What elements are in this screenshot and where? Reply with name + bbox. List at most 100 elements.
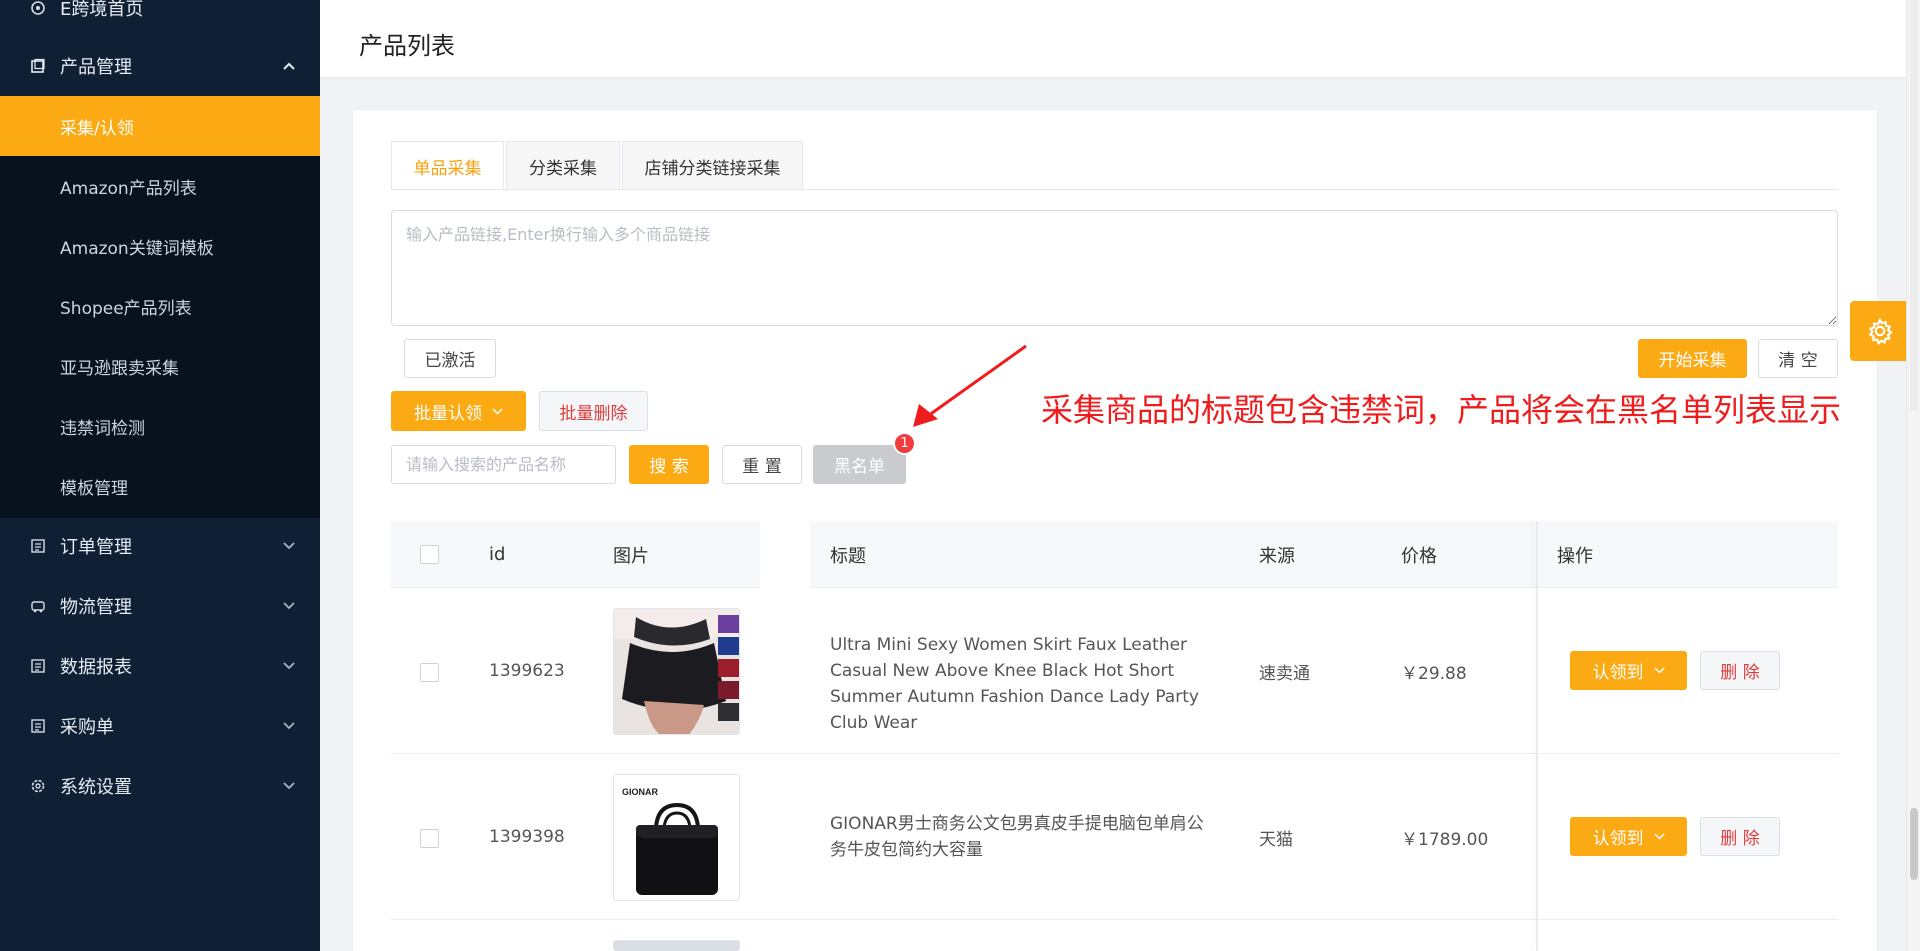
batch-claim-label: 批量认领 [414, 403, 482, 424]
column-header-title: 标题 [830, 545, 866, 567]
gear-icon [29, 777, 47, 795]
tab-store-category-link[interactable]: 店铺分类链接采集 [622, 141, 803, 190]
sidebar-subitem-label: 采集/认领 [60, 118, 134, 139]
scrollbar-thumb[interactable] [1910, 808, 1918, 880]
chevron-down-icon [492, 407, 503, 415]
search-button[interactable]: 搜 索 [629, 445, 709, 484]
sidebar-item-label: 采购单 [60, 717, 114, 738]
sidebar-subitem-label: 违禁词检测 [60, 418, 145, 439]
sidebar-item-reports[interactable]: 数据报表 [0, 636, 320, 696]
list-icon [29, 537, 47, 555]
cell-id: 1399398 [489, 827, 565, 847]
column-header-source: 来源 [1259, 545, 1295, 567]
claim-to-button[interactable]: 认领到 [1570, 817, 1687, 856]
page-title: 产品列表 [359, 32, 455, 60]
sidebar-subitem-label: Amazon关键词模板 [60, 238, 214, 259]
column-header-id: id [489, 544, 506, 565]
product-search-input[interactable] [391, 445, 616, 484]
claim-to-label: 认领到 [1592, 829, 1644, 849]
sidebar-item-logistics[interactable]: 物流管理 [0, 576, 320, 636]
eye-icon [29, 0, 47, 17]
chevron-up-icon [282, 59, 296, 73]
batch-claim-button[interactable]: 批量认领 [391, 391, 526, 431]
product-thumbnail[interactable] [613, 608, 740, 735]
table-row: 1399623 Ultra Mini Sexy Women Skirt Faux… [391, 588, 1838, 754]
select-all-checkbox[interactable] [420, 545, 439, 564]
cell-price: ￥1789.00 [1401, 829, 1489, 850]
sidebar-item-orders[interactable]: 订单管理 [0, 516, 320, 576]
table-row: 1399398 GIONAR GIONAR男士商务公文包男真皮手提电脑包单肩公务… [391, 754, 1838, 920]
claim-to-button[interactable]: 认领到 [1570, 651, 1687, 690]
clear-button[interactable]: 清 空 [1758, 339, 1838, 378]
gear-icon [1866, 317, 1894, 345]
chevron-down-icon [282, 719, 296, 733]
blacklist-button[interactable]: 黑名单 [813, 445, 906, 484]
chevron-down-icon [1653, 833, 1665, 840]
batch-delete-button[interactable]: 批量删除 [539, 391, 648, 431]
cell-source: 速卖通 [1259, 663, 1310, 684]
column-header-actions: 操作 [1557, 545, 1593, 567]
page-header: 产品列表 [320, 0, 1910, 78]
product-link-input[interactable] [391, 210, 1838, 326]
product-image-skirt [614, 609, 739, 734]
sidebar-item-product-management[interactable]: 产品管理 [0, 36, 320, 96]
row-checkbox[interactable] [420, 663, 439, 682]
row-checkbox[interactable] [420, 829, 439, 848]
column-gap [760, 521, 810, 588]
annotation-text: 采集商品的标题包含违禁词，产品将会在黑名单列表显示 [1041, 391, 1842, 429]
chevron-down-icon [282, 599, 296, 613]
tab-single-product[interactable]: 单品采集 [391, 141, 504, 190]
delete-button[interactable]: 删 除 [1700, 817, 1780, 856]
sidebar-item-label: 系统设置 [60, 777, 132, 798]
sidebar-item-home[interactable]: E跨境首页 [0, 0, 320, 38]
claim-to-label: 认领到 [1592, 663, 1644, 683]
table-header: id 图片 标题 来源 价格 操作 [391, 521, 1838, 588]
sidebar-subitem-label: 亚马逊跟卖采集 [60, 358, 179, 379]
reset-button[interactable]: 重 置 [722, 445, 802, 484]
sidebar-item-label: 数据报表 [60, 657, 132, 678]
tab-divider [391, 189, 1838, 190]
product-thumbnail[interactable]: GIONAR [613, 774, 740, 901]
sidebar-subitem-amazon-follow-sell[interactable]: 亚马逊跟卖采集 [0, 336, 320, 396]
sidebar-item-purchase-orders[interactable]: 采购单 [0, 696, 320, 756]
sidebar-subitem-label: 模板管理 [60, 478, 128, 499]
tab-category[interactable]: 分类采集 [506, 141, 620, 190]
start-collect-button[interactable]: 开始采集 [1638, 339, 1747, 378]
chevron-down-icon [1653, 667, 1665, 674]
sidebar-item-system-settings[interactable]: 系统设置 [0, 756, 320, 816]
sidebar-item-label: 订单管理 [60, 537, 132, 558]
list-icon [29, 657, 47, 675]
sidebar-subitem-shopee-products[interactable]: Shopee产品列表 [0, 276, 320, 336]
sidebar-subitem-banned-words[interactable]: 违禁词检测 [0, 396, 320, 456]
column-header-image: 图片 [613, 545, 649, 567]
page-scrollbar[interactable] [1906, 0, 1920, 951]
cell-price: ￥29.88 [1401, 663, 1467, 684]
blacklist-count-badge: 1 [893, 432, 916, 455]
sidebar-subitem-templates[interactable]: 模板管理 [0, 456, 320, 516]
truck-icon [29, 597, 47, 615]
activated-button[interactable]: 已激活 [404, 339, 496, 378]
cell-id: 1399623 [489, 661, 565, 681]
delete-button[interactable]: 删 除 [1700, 651, 1780, 690]
list-icon [29, 717, 47, 735]
sidebar-item-label: E跨境首页 [60, 0, 144, 20]
sidebar-subitem-amazon-keyword-template[interactable]: Amazon关键词模板 [0, 216, 320, 276]
product-thumbnail[interactable] [613, 940, 740, 951]
fixed-column-divider [1536, 521, 1538, 951]
image-brand-text: GIONAR [622, 787, 659, 797]
scrollbar-track-upper [1910, 0, 1918, 410]
chevron-down-icon [282, 659, 296, 673]
chevron-down-icon [282, 539, 296, 553]
sidebar-subitem-amazon-products[interactable]: Amazon产品列表 [0, 156, 320, 216]
floating-settings-button[interactable] [1850, 301, 1910, 361]
sidebar: E跨境首页 产品管理 采集/认领 Amazon产品列表 Amazon关键词模板 … [0, 0, 320, 951]
chevron-down-icon [282, 779, 296, 793]
sidebar-subitem-collect-claim[interactable]: 采集/认领 [0, 96, 320, 156]
product-image-briefcase: GIONAR [614, 775, 739, 900]
sidebar-subitem-label: Shopee产品列表 [60, 298, 192, 319]
sidebar-item-label: 产品管理 [60, 57, 132, 78]
product-icon [29, 57, 47, 75]
sidebar-item-label: 物流管理 [60, 597, 132, 618]
annotation-arrow [913, 344, 1027, 427]
sidebar-subitem-label: Amazon产品列表 [60, 178, 197, 199]
